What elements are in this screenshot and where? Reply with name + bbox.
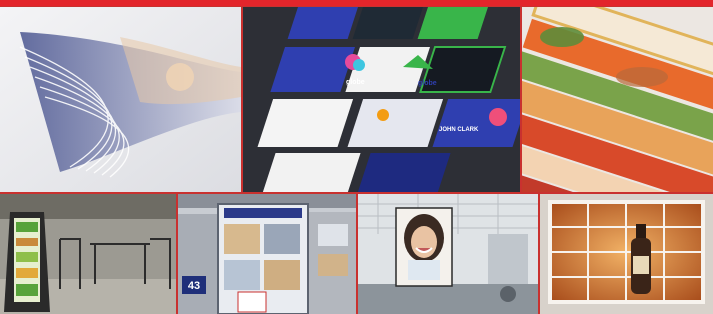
card-name-text: JOHN CLARK bbox=[439, 127, 479, 133]
brochures-stack-photo bbox=[0, 6, 242, 193]
card-brand-text-1: globe bbox=[346, 79, 365, 86]
cafe-aframe-sign-photo bbox=[0, 193, 177, 314]
store-display-photo: 43 bbox=[177, 193, 357, 314]
posters-stack-photo bbox=[521, 6, 713, 193]
window-graphic-photo bbox=[539, 193, 713, 314]
hanging-banner-photo bbox=[357, 193, 539, 314]
top-accent-bar bbox=[0, 0, 713, 7]
business-cards-photo: globe globe JOHN CLARK bbox=[242, 6, 521, 193]
card-brand-text-2: globe bbox=[418, 80, 437, 87]
aisle-number-sign: 43 bbox=[188, 280, 200, 292]
